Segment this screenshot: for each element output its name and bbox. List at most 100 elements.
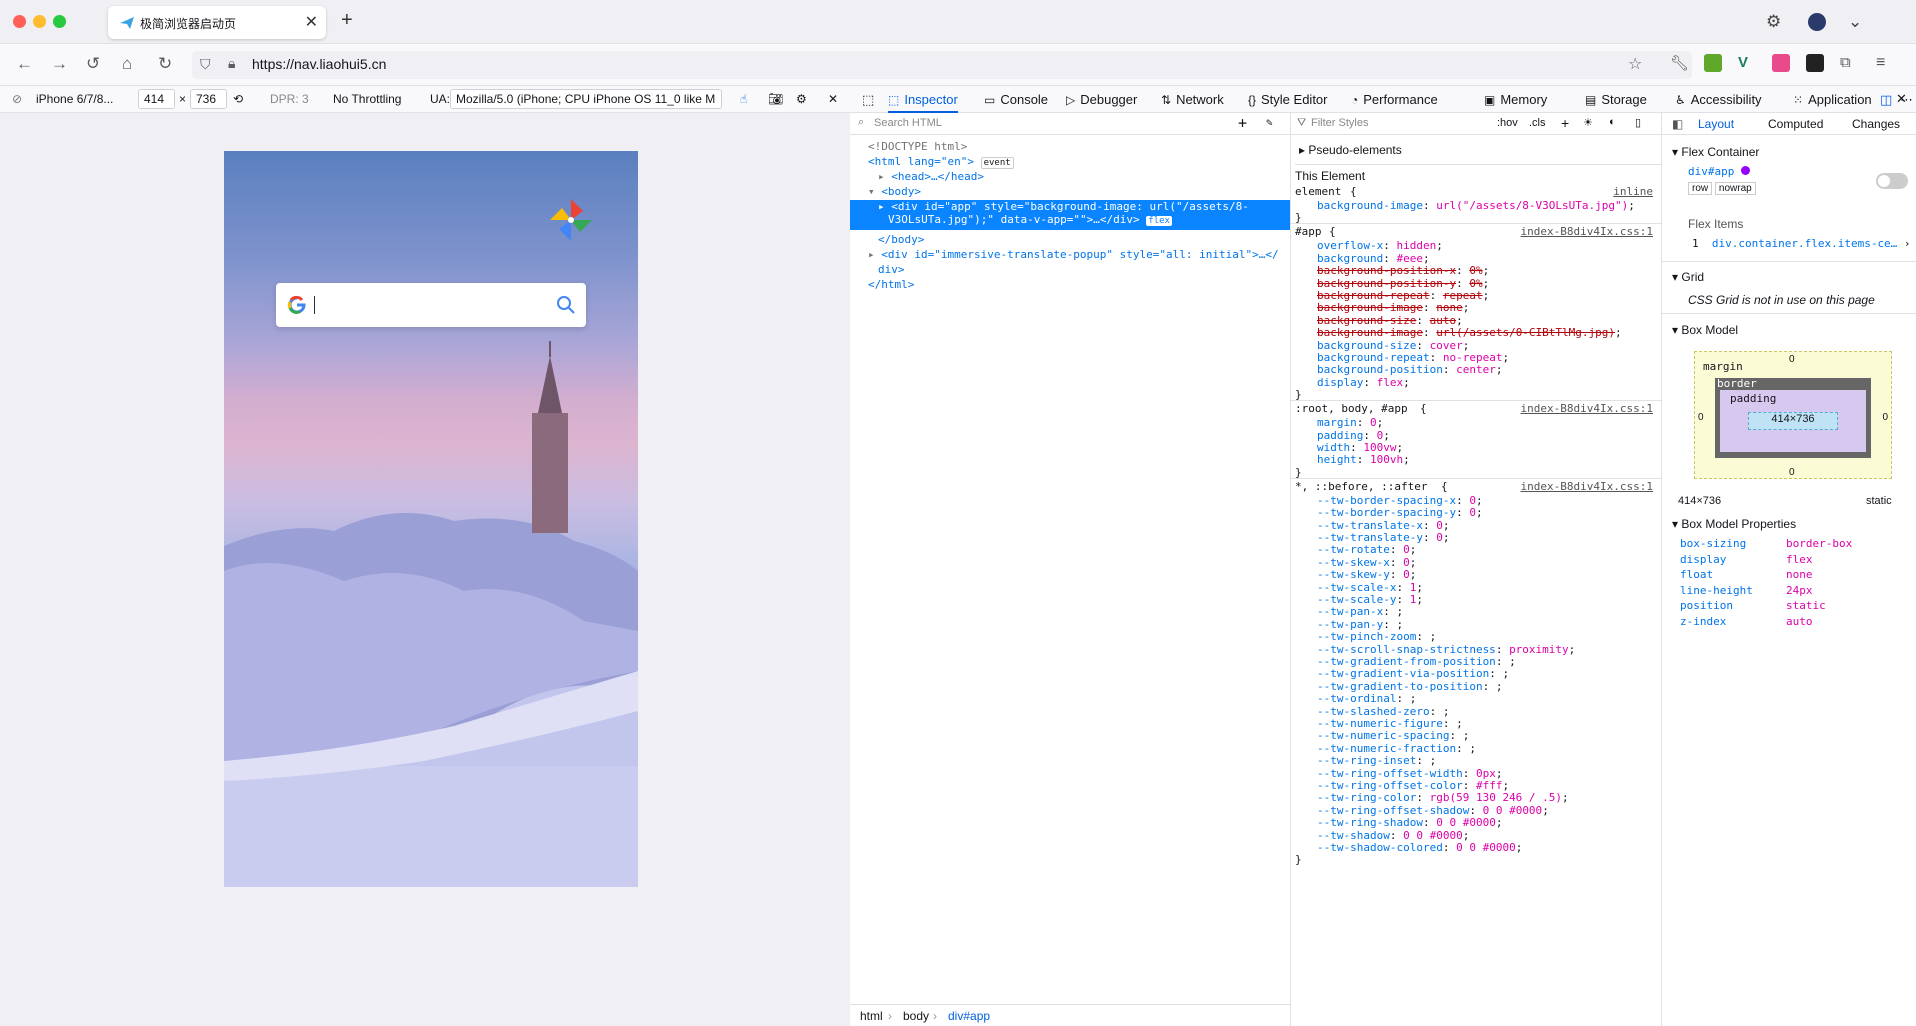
css-property[interactable]: width [1317, 441, 1350, 454]
css-declaration[interactable]: --tw-pinch-zoom: ; [1317, 630, 1436, 643]
css-declaration[interactable]: background-image: url(/assets/0-CIBtTlMg… [1317, 326, 1622, 339]
margin-left-value[interactable]: 0 [1698, 412, 1704, 423]
breadcrumb-item[interactable]: body [903, 1009, 929, 1023]
rule-source-link[interactable]: inline [1613, 185, 1653, 198]
css-declaration[interactable]: background-position-y: 0%; [1317, 277, 1489, 290]
margin-bottom-value[interactable]: 0 [1789, 467, 1795, 478]
css-property[interactable]: padding [1317, 429, 1363, 442]
markup-node[interactable]: </html> [850, 278, 1290, 293]
css-value[interactable]: url(/assets/0-CIBtTlMg.jpg) [1436, 326, 1615, 339]
markup-node-selected[interactable]: ▸ <div id="app" style="background-image:… [850, 200, 1290, 230]
address-bar[interactable] [192, 51, 1692, 79]
tab-network[interactable]: ⇅ Network [1161, 86, 1224, 113]
device-select[interactable]: iPhone 6/7/8... [36, 92, 113, 106]
css-value[interactable]: 0 0 #0000 [1483, 804, 1543, 817]
css-declaration[interactable]: --tw-ring-offset-width: 0px; [1317, 767, 1502, 780]
css-value[interactable]: center [1456, 363, 1496, 376]
css-value[interactable]: auto [1430, 314, 1457, 327]
markup-node[interactable]: <!DOCTYPE html> [850, 140, 1290, 155]
tab-layout[interactable]: Layout [1698, 117, 1734, 131]
css-declaration[interactable]: --tw-ring-color: rgb(59 130 246 / .5); [1317, 791, 1569, 804]
css-property[interactable]: --tw-numeric-spacing [1317, 729, 1449, 742]
css-declaration[interactable]: background-image: none; [1317, 301, 1469, 314]
css-property[interactable]: --tw-numeric-fraction [1317, 742, 1456, 755]
css-property[interactable]: --tw-pinch-zoom [1317, 630, 1416, 643]
screenshot-icon[interactable]: 📷︎ [768, 92, 783, 106]
print-icon[interactable]: ▯ [1635, 116, 1641, 129]
flex-container-header[interactable]: ▾ Flex Container [1672, 145, 1912, 159]
css-property[interactable]: background-repeat [1317, 289, 1430, 302]
css-declaration[interactable]: --tw-skew-y: 0; [1317, 568, 1416, 581]
css-value[interactable]: 0 [1370, 416, 1377, 429]
wrench-icon[interactable]: 🔧︎ [1670, 54, 1689, 72]
css-value[interactable]: flex [1377, 376, 1404, 389]
markup-node[interactable]: </body> [850, 233, 1290, 248]
browser-tab[interactable]: 极简浏览器启动页 ✕ [108, 6, 326, 39]
css-declaration[interactable]: --tw-translate-x: 0; [1317, 519, 1449, 532]
user-agent-input[interactable]: Mozilla/5.0 (iPhone; CPU iPhone OS 11_0 … [450, 89, 722, 109]
css-property[interactable]: height [1317, 453, 1357, 466]
css-value[interactable]: 0 [1403, 568, 1410, 581]
css-declaration[interactable]: background: #eee; [1317, 252, 1430, 265]
css-declaration[interactable]: --tw-ring-inset: ; [1317, 754, 1436, 767]
css-declaration[interactable]: --tw-numeric-spacing: ; [1317, 729, 1469, 742]
google-logo-icon[interactable] [286, 294, 308, 316]
markup-node[interactable]: <html lang="en"> event [850, 155, 1290, 170]
css-declaration[interactable]: --tw-numeric-figure: ; [1317, 717, 1463, 730]
css-property[interactable]: --tw-shadow [1317, 829, 1390, 842]
css-property[interactable]: --tw-ring-offset-shadow [1317, 804, 1469, 817]
css-property[interactable]: --tw-scale-y [1317, 593, 1396, 606]
css-property[interactable]: --tw-slashed-zero [1317, 705, 1430, 718]
css-value[interactable]: 0 [1469, 506, 1476, 519]
history-icon[interactable]: ↺ [86, 54, 100, 74]
css-declaration[interactable]: --tw-scroll-snap-strictness: proximity; [1317, 643, 1575, 656]
css-property[interactable]: --tw-scale-x [1317, 581, 1396, 594]
zoom-window-button[interactable] [53, 15, 66, 28]
tab-accessibility[interactable]: ♿︎ Accessibility [1675, 86, 1762, 113]
css-property[interactable]: --tw-scroll-snap-strictness [1317, 643, 1496, 656]
css-value[interactable]: 0 [1403, 543, 1410, 556]
css-property[interactable]: margin [1317, 416, 1357, 429]
search-html-input[interactable]: Search HTML [874, 117, 942, 129]
chevron-down-icon[interactable]: ⌄ [1848, 12, 1862, 32]
css-declaration[interactable]: --tw-shadow-colored: 0 0 #0000; [1317, 841, 1522, 854]
flex-highlight-toggle[interactable] [1876, 173, 1908, 189]
css-property[interactable]: --tw-gradient-to-position [1317, 680, 1483, 693]
sidebar-toggle-icon[interactable]: ◧ [1672, 117, 1683, 131]
css-declaration[interactable]: --tw-ring-offset-shadow: 0 0 #0000; [1317, 804, 1549, 817]
viewport-height-input[interactable]: 736 [190, 89, 227, 109]
css-property[interactable]: --tw-rotate [1317, 543, 1390, 556]
device-viewport[interactable] [224, 151, 638, 887]
margin-right-value[interactable]: 0 [1882, 412, 1888, 423]
tab-application[interactable]: ⁙ Application [1793, 86, 1872, 113]
hov-toggle[interactable]: :hov [1497, 117, 1518, 129]
css-property[interactable]: --tw-ordinal [1317, 692, 1396, 705]
css-declaration[interactable]: --tw-pan-y: ; [1317, 618, 1403, 631]
css-declaration[interactable]: --tw-border-spacing-y: 0; [1317, 506, 1483, 519]
new-tab-button[interactable]: + [341, 9, 353, 32]
css-property[interactable]: background-image [1317, 326, 1423, 339]
box-model-margin[interactable]: margin 0 0 0 0 border padding 414×736 [1694, 351, 1892, 479]
settings-icon[interactable]: ⚙ [796, 92, 807, 106]
eyedropper-icon[interactable]: ✎ [1266, 116, 1273, 129]
css-value[interactable]: 100vh [1370, 453, 1403, 466]
css-property[interactable]: --tw-gradient-from-position [1317, 655, 1496, 668]
css-declaration[interactable]: display: flex; [1317, 376, 1410, 389]
css-value[interactable]: 0 [1436, 519, 1443, 532]
css-declaration[interactable]: --tw-ring-offset-color: #fff; [1317, 779, 1509, 792]
css-property[interactable]: --tw-skew-x [1317, 556, 1390, 569]
tab-console[interactable]: ▭ Console [984, 86, 1048, 113]
css-declaration[interactable]: --tw-ordinal: ; [1317, 692, 1416, 705]
rule-selector[interactable]: #app [1295, 225, 1322, 238]
css-declaration[interactable]: background-repeat: no-repeat; [1317, 351, 1509, 364]
gear-icon[interactable]: ⚙ [1766, 12, 1781, 32]
url-text[interactable]: https://nav.liaohui5.cn [252, 56, 386, 72]
css-value[interactable]: none [1436, 301, 1463, 314]
css-value[interactable]: #eee [1396, 252, 1423, 265]
css-declaration[interactable]: height: 100vh; [1317, 453, 1410, 466]
css-declaration[interactable]: background-repeat: repeat; [1317, 289, 1489, 302]
rule-source-link[interactable]: index-B8div4Ix.css:1 [1521, 480, 1653, 493]
css-declaration[interactable]: --tw-scale-y: 1; [1317, 593, 1423, 606]
css-value[interactable]: 0 0 #0000 [1456, 841, 1516, 854]
css-value[interactable]: 0 [1436, 531, 1443, 544]
